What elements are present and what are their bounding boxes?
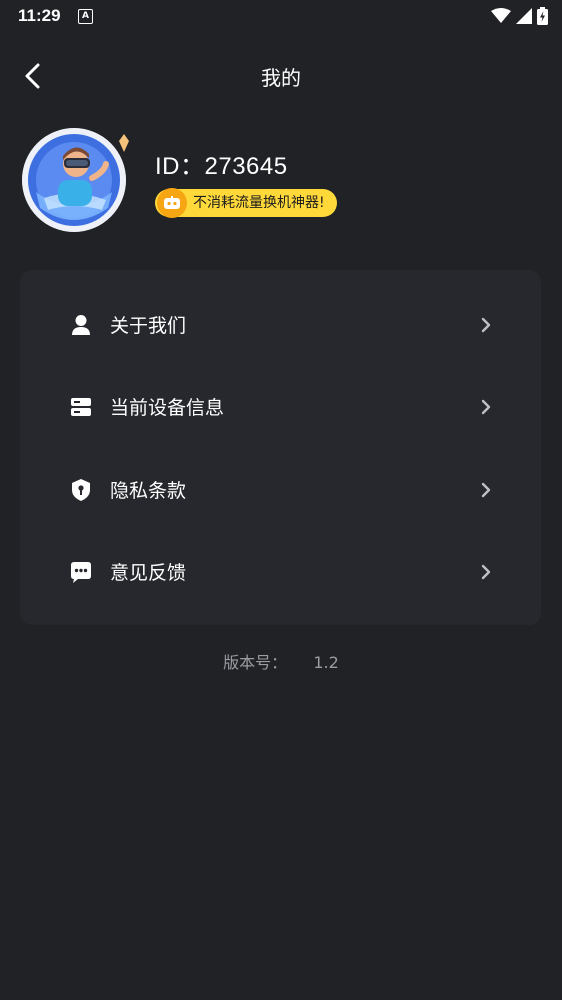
- chevron-right-icon: [481, 564, 491, 580]
- menu-item-privacy-terms[interactable]: 隐私条款: [20, 449, 541, 529]
- shield-lock-icon: [72, 479, 90, 501]
- server-icon: [71, 398, 91, 416]
- chevron-right-icon: [481, 317, 491, 333]
- menu-label-privacy-terms: 隐私条款: [110, 480, 187, 502]
- user-id: ID：273645: [155, 153, 288, 180]
- menu-label-device-info: 当前设备信息: [110, 397, 225, 419]
- vr-user-avatar-icon: [22, 128, 126, 232]
- chat-dots-icon: [71, 562, 91, 583]
- status-time: 11:29: [18, 6, 61, 25]
- top-bar: 我的: [0, 48, 562, 104]
- chevron-right-icon: [481, 399, 491, 415]
- chevron-right-icon: [481, 482, 491, 498]
- menu-item-feedback[interactable]: 意见反馈: [20, 531, 541, 611]
- promo-badge[interactable]: 不消耗流量换机神器!: [155, 188, 337, 218]
- signal-icon: [516, 8, 532, 24]
- version-label: 版本号：: [223, 653, 288, 672]
- version-info: 版本号： 1.2: [0, 649, 562, 673]
- menu-item-about-us[interactable]: 关于我们: [20, 284, 541, 364]
- status-bar: 11:29 A: [0, 0, 562, 32]
- menu-card: 关于我们 当前设备信息 隐私条款 意见反馈: [20, 270, 541, 625]
- menu-label-about-us: 关于我们: [110, 315, 187, 337]
- a-notification-icon: A: [78, 9, 93, 24]
- wifi-icon: [491, 8, 511, 23]
- menu-item-device-info[interactable]: 当前设备信息: [20, 366, 541, 446]
- status-icons: [491, 7, 548, 25]
- menu-label-feedback: 意见反馈: [110, 562, 187, 584]
- battery-charging-icon: [537, 7, 548, 25]
- promo-text: 不消耗流量换机神器!: [193, 195, 325, 211]
- avatar[interactable]: [22, 128, 126, 232]
- version-value: 1.2: [313, 653, 339, 672]
- person-icon: [72, 315, 90, 335]
- robot-icon: [157, 188, 187, 218]
- page-title: 我的: [261, 66, 301, 90]
- sparkle-icon: [119, 134, 129, 152]
- profile-section: ID：273645 不消耗流量换机神器!: [22, 128, 542, 238]
